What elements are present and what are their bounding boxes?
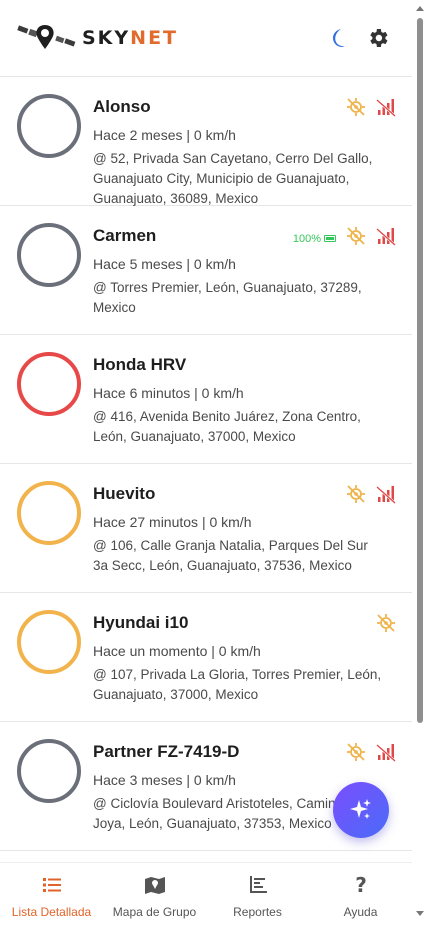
vehicle-status: Hace 27 minutos | 0 km/h — [93, 514, 252, 530]
vehicle-status: Hace un momento | 0 km/h — [93, 643, 261, 659]
assistant-fab-button[interactable] — [333, 782, 389, 838]
gps-off-icon — [346, 97, 366, 122]
bottom-navigation: Lista Detallada Mapa de Grupo Reportes ? … — [0, 862, 412, 926]
vehicle-address: @ 416, Avenida Benito Juárez, Zona Centr… — [93, 409, 361, 444]
nav-item-list[interactable]: Lista Detallada — [0, 863, 103, 926]
nav-item-chart[interactable]: Reportes — [206, 863, 309, 926]
vehicle-avatar-ring — [17, 352, 81, 416]
skynet-logo: SKYNET — [16, 20, 178, 56]
vehicle-status-icons: 100% — [293, 226, 396, 251]
vehicle-status: Hace 3 meses | 0 km/h — [93, 772, 236, 788]
vehicle-name: Huevito — [93, 484, 156, 503]
scroll-down-arrow[interactable] — [416, 911, 424, 916]
vehicle-card[interactable]: Carmen Hace 5 meses | 0 km/h @ Torres Pr… — [0, 206, 412, 335]
gps-off-icon — [346, 742, 366, 767]
brand-sky: SKY — [82, 27, 131, 49]
vehicle-status: Hace 6 minutos | 0 km/h — [93, 385, 244, 401]
gps-off-icon — [346, 226, 366, 251]
vehicle-card[interactable]: Honda HRV Hace 6 minutos | 0 km/h @ 416,… — [0, 335, 412, 464]
help-icon: ? — [349, 873, 373, 897]
vehicle-status-icons — [376, 613, 396, 638]
vehicle-status: Hace 5 meses | 0 km/h — [93, 256, 236, 272]
satellite-pin-logo-icon — [17, 25, 76, 49]
scroll-up-arrow[interactable] — [416, 6, 424, 11]
gear-icon[interactable] — [366, 26, 390, 50]
scroll-thumb[interactable] — [417, 18, 423, 723]
vehicle-name: Carmen — [93, 226, 157, 245]
nav-label: Lista Detallada — [11, 905, 92, 919]
nav-label: Mapa de Grupo — [112, 905, 197, 919]
vehicle-address: @ Torres Premier, León, Guanajuato, 3728… — [93, 280, 362, 315]
list-icon — [40, 873, 64, 897]
battery-level: 100% — [292, 232, 321, 245]
vehicle-avatar-ring — [17, 481, 81, 545]
vehicle-status-icons — [346, 742, 396, 767]
vehicle-name: Hyundai i10 — [93, 613, 189, 632]
battery-indicator: 100% — [293, 233, 336, 245]
vehicle-name: Alonso — [93, 97, 151, 116]
gps-off-icon — [376, 613, 396, 638]
vehicle-address: @ 52, Privada San Cayetano, Cerro Del Ga… — [93, 151, 373, 206]
signal-off-icon — [376, 742, 396, 767]
sparkle-icon — [350, 799, 371, 819]
signal-off-icon — [376, 484, 396, 509]
vehicle-address: @ 107, Privada La Gloria, Torres Premier… — [93, 667, 382, 702]
vehicle-card[interactable]: Huevito Hace 27 minutos | 0 km/h @ 106, … — [0, 464, 412, 593]
vehicle-avatar-ring — [17, 223, 81, 287]
battery-icon — [324, 235, 336, 242]
vehicle-card[interactable]: Alonso Hace 2 meses | 0 km/h @ 52, Priva… — [0, 77, 412, 206]
signal-off-icon — [376, 97, 396, 122]
vehicle-avatar-ring — [17, 94, 81, 158]
svg-text:?: ? — [355, 874, 367, 896]
chart-icon — [246, 873, 270, 897]
vehicle-name: Partner FZ-7419-D — [93, 742, 240, 761]
vehicle-address: @ 106, Calle Granja Natalia, Parques Del… — [93, 538, 368, 573]
scrollbar[interactable] — [416, 6, 424, 916]
nav-label: Reportes — [233, 905, 282, 919]
vehicle-avatar-ring — [17, 739, 81, 803]
moon-icon[interactable] — [326, 26, 350, 50]
brand-name: SKYNET — [82, 27, 178, 49]
vehicle-avatar-ring — [17, 610, 81, 674]
nav-item-help[interactable]: ? Ayuda — [309, 863, 412, 926]
vehicle-name: Honda HRV — [93, 355, 187, 374]
vehicle-status-icons — [346, 484, 396, 509]
vehicle-status: Hace 2 meses | 0 km/h — [93, 127, 236, 143]
vehicle-status-icons — [346, 97, 396, 122]
app-header: SKYNET — [0, 0, 412, 76]
gps-off-icon — [346, 484, 366, 509]
map-icon — [143, 873, 167, 897]
vehicle-list[interactable]: Alonso Hace 2 meses | 0 km/h @ 52, Priva… — [0, 76, 412, 862]
nav-label: Ayuda — [343, 905, 378, 919]
signal-off-icon — [376, 226, 396, 251]
nav-item-map[interactable]: Mapa de Grupo — [103, 863, 206, 926]
brand-net: NET — [130, 27, 179, 49]
vehicle-card[interactable]: Hyundai i10 Hace un momento | 0 km/h @ 1… — [0, 593, 412, 722]
